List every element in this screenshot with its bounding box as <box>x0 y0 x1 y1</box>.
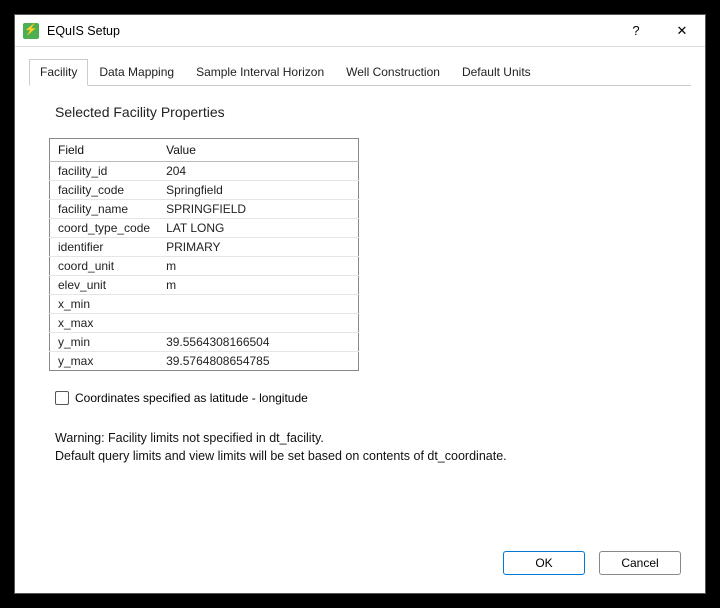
table-row: facility_nameSPRINGFIELD <box>50 200 359 219</box>
cell-field: facility_code <box>50 181 159 200</box>
tab-strip: Facility Data Mapping Sample Interval Ho… <box>29 59 691 86</box>
cell-value: PRIMARY <box>158 238 358 257</box>
cell-value: m <box>158 276 358 295</box>
window-title: EQuIS Setup <box>47 24 613 38</box>
cell-field: facility_id <box>50 162 159 181</box>
table-row: x_min <box>50 295 359 314</box>
table-row: coord_unitm <box>50 257 359 276</box>
table-row: coord_type_codeLAT LONG <box>50 219 359 238</box>
tab-data-mapping[interactable]: Data Mapping <box>88 59 185 86</box>
cell-value: SPRINGFIELD <box>158 200 358 219</box>
warning-text: Warning: Facility limits not specified i… <box>55 429 671 465</box>
latlong-checkbox-row[interactable]: Coordinates specified as latitude - long… <box>55 391 671 405</box>
cell-field: facility_name <box>50 200 159 219</box>
table-row: facility_id204 <box>50 162 359 181</box>
warning-line-2: Default query limits and view limits wil… <box>55 447 671 465</box>
app-icon <box>23 23 39 39</box>
table-row: y_max39.5764808654785 <box>50 352 359 371</box>
tab-content: Selected Facility Properties Field Value… <box>15 86 705 539</box>
table-row: identifierPRIMARY <box>50 238 359 257</box>
cell-field: x_min <box>50 295 159 314</box>
cell-field: elev_unit <box>50 276 159 295</box>
dialog-window: EQuIS Setup ? ✕ Facility Data Mapping Sa… <box>14 14 706 594</box>
cancel-button[interactable]: Cancel <box>599 551 681 575</box>
warning-line-1: Warning: Facility limits not specified i… <box>55 429 671 447</box>
cell-value <box>158 295 358 314</box>
cell-field: coord_unit <box>50 257 159 276</box>
latlong-checkbox[interactable] <box>55 391 69 405</box>
cell-value: Springfield <box>158 181 358 200</box>
section-title: Selected Facility Properties <box>55 104 671 120</box>
col-header-value: Value <box>158 139 358 162</box>
cell-field: identifier <box>50 238 159 257</box>
latlong-checkbox-label: Coordinates specified as latitude - long… <box>75 391 308 405</box>
dialog-buttons: OK Cancel <box>15 539 705 593</box>
col-header-field: Field <box>50 139 159 162</box>
cell-value: 39.5764808654785 <box>158 352 358 371</box>
cell-field: y_max <box>50 352 159 371</box>
close-button[interactable]: ✕ <box>659 15 705 46</box>
cell-value <box>158 314 358 333</box>
tab-default-units[interactable]: Default Units <box>451 59 542 86</box>
cell-field: x_max <box>50 314 159 333</box>
cell-value: 204 <box>158 162 358 181</box>
table-row: facility_codeSpringfield <box>50 181 359 200</box>
cell-value: LAT LONG <box>158 219 358 238</box>
cell-field: coord_type_code <box>50 219 159 238</box>
tab-facility[interactable]: Facility <box>29 59 88 86</box>
help-button[interactable]: ? <box>613 15 659 46</box>
title-controls: ? ✕ <box>613 15 705 46</box>
table-row: y_min39.5564308166504 <box>50 333 359 352</box>
table-row: x_max <box>50 314 359 333</box>
cell-value: 39.5564308166504 <box>158 333 358 352</box>
facility-properties-table: Field Value facility_id204 facility_code… <box>49 138 359 371</box>
ok-button[interactable]: OK <box>503 551 585 575</box>
cell-field: y_min <box>50 333 159 352</box>
titlebar: EQuIS Setup ? ✕ <box>15 15 705 47</box>
table-row: elev_unitm <box>50 276 359 295</box>
cell-value: m <box>158 257 358 276</box>
tab-well-construction[interactable]: Well Construction <box>335 59 451 86</box>
tab-sample-interval-horizon[interactable]: Sample Interval Horizon <box>185 59 335 86</box>
